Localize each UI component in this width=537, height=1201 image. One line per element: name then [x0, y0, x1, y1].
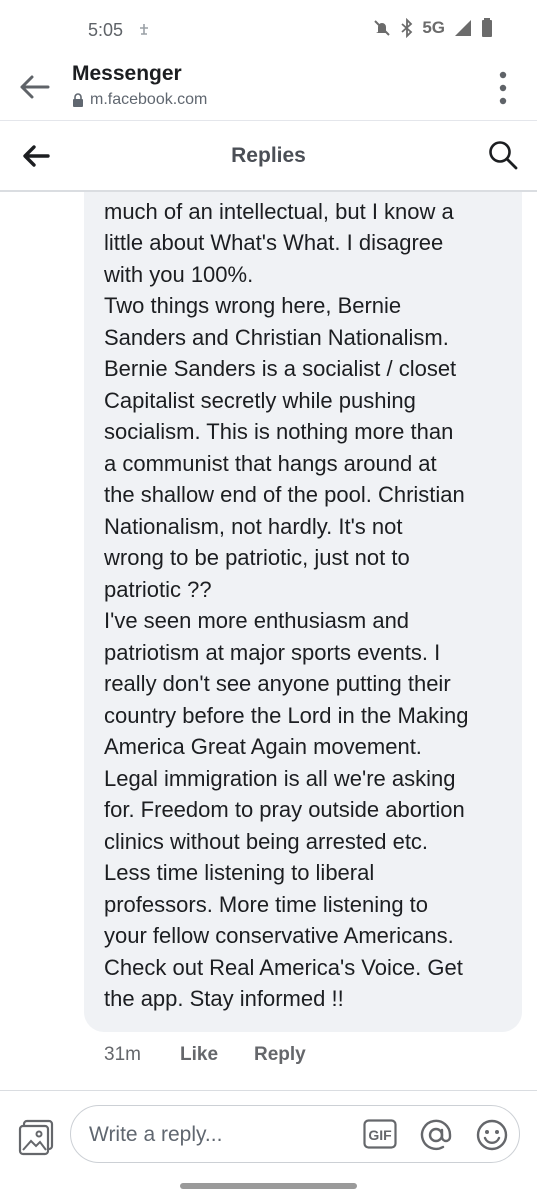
- signal-icon: [455, 20, 471, 36]
- search-icon[interactable]: [487, 139, 519, 171]
- comment-area: I'm your uncle and I love you. I'm not m…: [0, 192, 537, 1090]
- mute-icon: [374, 20, 391, 36]
- replies-header: Replies: [0, 121, 537, 192]
- notification-icon: [140, 24, 148, 35]
- comment-text: I'm your uncle and I love you. I'm not m…: [104, 198, 469, 1012]
- gif-icon: GIF: [363, 1119, 397, 1149]
- url-text: m.facebook.com: [90, 91, 208, 108]
- emoji-icon[interactable]: [475, 1118, 509, 1152]
- gif-button[interactable]: GIF: [363, 1119, 397, 1149]
- reply-button[interactable]: Reply: [254, 1044, 306, 1066]
- status-icons: 5G: [372, 18, 493, 38]
- photo-icon[interactable]: [18, 1119, 56, 1157]
- status-bar: 5:05 5G: [0, 0, 537, 58]
- bluetooth-icon: [401, 18, 413, 38]
- browser-url: m.facebook.com: [72, 91, 207, 109]
- browser-title: Messenger: [72, 62, 182, 85]
- reply-input[interactable]: [87, 1120, 331, 1150]
- comment-timestamp: 31m: [104, 1044, 141, 1065]
- gif-label: GIF: [368, 1127, 392, 1143]
- battery-icon: [482, 18, 492, 37]
- page-title: Replies: [231, 144, 306, 167]
- comment-actions: 31m Like Reply: [104, 1044, 306, 1066]
- browser-bar: Messenger m.facebook.com: [0, 58, 537, 121]
- mention-icon[interactable]: [419, 1118, 453, 1152]
- like-button[interactable]: Like: [180, 1044, 254, 1066]
- reply-field: GIF: [70, 1105, 520, 1163]
- network-type: 5G: [422, 18, 445, 37]
- home-indicator[interactable]: [180, 1183, 357, 1189]
- back-arrow-icon[interactable]: [18, 70, 52, 104]
- more-vert-icon[interactable]: [499, 70, 507, 106]
- status-time: 5:05: [88, 20, 124, 40]
- lock-icon: [73, 93, 83, 107]
